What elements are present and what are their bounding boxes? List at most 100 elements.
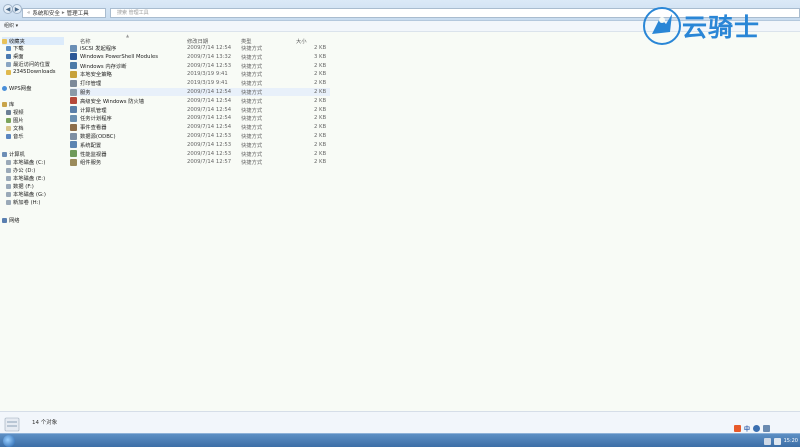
file-date: 2009/7/14 12:54 — [187, 115, 232, 122]
drive-icon — [6, 199, 11, 205]
ime-punct-icon[interactable] — [753, 425, 761, 432]
file-date: 2009/7/14 12:53 — [187, 150, 232, 157]
memory-diagnostic-icon — [70, 62, 77, 70]
sidebar-item-drive-c[interactable]: 本地磁盘 (C:) — [6, 158, 46, 166]
drive-icon — [6, 191, 11, 197]
sidebar-item-recent[interactable]: 最近访问的位置 — [6, 60, 50, 68]
music-icon — [6, 133, 11, 139]
star-icon — [2, 38, 7, 44]
file-date: 2009/7/14 12:57 — [187, 159, 232, 166]
file-date: 2009/7/14 12:54 — [187, 106, 232, 113]
file-row[interactable]: Windows PowerShell Modules 2009/7/14 13:3… — [70, 53, 330, 61]
file-size: 2 KB — [314, 133, 327, 139]
sidebar-item-2345downloads[interactable]: 2345Downloads — [6, 68, 56, 76]
file-name: 任务计划程序 — [80, 116, 112, 123]
network-tray-icon[interactable] — [763, 437, 771, 445]
ime-keyboard-icon[interactable] — [763, 425, 771, 432]
iscsi-icon — [70, 44, 77, 52]
file-row[interactable]: 打印管理 2019/3/19 9:41 快捷方式 2 KB — [70, 79, 330, 87]
file-size: 2 KB — [314, 141, 327, 148]
clock[interactable]: 15:20 — [784, 438, 798, 444]
file-size: 2 KB — [314, 89, 327, 95]
sidebar-item-drive-h[interactable]: 新加卷 (H:) — [6, 198, 40, 206]
sidebar-item-videos[interactable]: 视频 — [6, 108, 24, 116]
file-row[interactable]: iSCSI 发起程序 2009/7/14 12:54 快捷方式 2 KB — [70, 44, 330, 52]
print-management-icon — [70, 79, 77, 87]
sidebar-item-drive-e[interactable]: 本地磁盘 (E:) — [6, 174, 45, 182]
file-row[interactable]: 性能监视器 2009/7/14 12:53 快捷方式 2 KB — [70, 150, 330, 158]
file-name: Windows 内存诊断 — [80, 63, 127, 70]
file-date: 2009/7/14 12:53 — [187, 133, 232, 139]
file-size: 2 KB — [314, 159, 327, 166]
admin-tools-folder-icon — [4, 417, 20, 432]
file-size: 2 KB — [314, 62, 327, 69]
file-type: 快捷方式 — [241, 151, 263, 158]
file-row[interactable]: 系统配置 2009/7/14 12:53 快捷方式 2 KB — [70, 141, 330, 149]
sidebar-item-network[interactable]: 网络 — [2, 216, 20, 224]
file-size: 2 KB — [314, 106, 327, 113]
sogou-icon[interactable] — [734, 425, 741, 432]
file-date: 2009/7/14 12:53 — [187, 141, 232, 148]
organize-button[interactable]: 组织 ▾ — [4, 23, 18, 29]
file-row[interactable]: 高级安全 Windows 防火墙 2009/7/14 12:54 快捷方式 2 KB — [70, 97, 330, 105]
sidebar-item-computer[interactable]: 计算机 — [2, 150, 25, 158]
file-row[interactable]: 事件查看器 2009/7/14 12:54 快捷方式 2 KB — [70, 123, 330, 131]
sidebar-item-drive-g[interactable]: 本地磁盘 (G:) — [6, 190, 46, 198]
file-date: 2009/7/14 12:53 — [187, 62, 232, 69]
file-size: 2 KB — [314, 80, 327, 87]
file-name: 高级安全 Windows 防火墙 — [80, 98, 145, 105]
file-size: 2 KB — [314, 115, 327, 122]
file-name: 性能监视器 — [80, 151, 107, 158]
file-type: 快捷方式 — [241, 125, 263, 132]
volume-icon[interactable] — [773, 437, 781, 445]
performance-monitor-icon — [70, 150, 77, 158]
file-type: 快捷方式 — [241, 98, 263, 105]
file-name: 数据源(ODBC) — [80, 134, 116, 140]
file-type: 快捷方式 — [241, 46, 263, 52]
sidebar-item-pictures[interactable]: 图片 — [6, 116, 24, 124]
breadcrumb-separator: ▸ — [61, 10, 65, 16]
sidebar-item-libraries[interactable]: 库 — [2, 100, 14, 108]
sidebar-item-downloads[interactable]: 下载 — [6, 44, 24, 52]
library-icon — [2, 101, 7, 107]
breadcrumb-item[interactable]: 系统和安全 — [32, 9, 60, 17]
sidebar-item-documents[interactable]: 文档 — [6, 124, 24, 132]
sidebar-item-drive-d[interactable]: 办公 (D:) — [6, 166, 35, 174]
services-icon — [70, 88, 77, 96]
document-icon — [6, 125, 11, 131]
file-row[interactable]: 计算机管理 2009/7/14 12:54 快捷方式 2 KB — [70, 106, 330, 114]
file-type: 快捷方式 — [241, 54, 263, 61]
forward-button[interactable]: ▶ — [12, 4, 22, 14]
folder-icon — [6, 69, 11, 75]
file-date: 2019/3/19 9:41 — [187, 71, 228, 78]
recent-places-icon — [6, 61, 11, 67]
file-type: 快捷方式 — [241, 107, 263, 114]
sidebar-item-wps[interactable]: WPS网盘 — [2, 84, 31, 92]
breadcrumb-item[interactable]: 管理工具 — [67, 9, 89, 17]
file-row[interactable]: Windows 内存诊断 2009/7/14 12:53 快捷方式 2 KB — [70, 62, 330, 70]
start-button[interactable] — [3, 435, 15, 447]
taskbar: 15:20 — [0, 433, 800, 447]
file-size: 2 KB — [314, 150, 327, 157]
file-type: 快捷方式 — [241, 142, 263, 149]
ime-mode-label[interactable]: 中 — [744, 424, 750, 433]
file-name: Windows PowerShell Modules — [80, 53, 158, 60]
drive-icon — [6, 167, 11, 173]
sidebar-item-music[interactable]: 音乐 — [6, 132, 24, 140]
file-row[interactable]: 组件服务 2009/7/14 12:57 快捷方式 2 KB — [70, 158, 330, 166]
file-name: 计算机管理 — [80, 107, 107, 114]
file-type: 快捷方式 — [241, 63, 263, 70]
file-name: 本地安全策略 — [80, 72, 112, 79]
file-row[interactable]: 本地安全策略 2019/3/19 9:41 快捷方式 2 KB — [70, 70, 330, 78]
ime-toolbar[interactable]: 中 — [734, 424, 784, 433]
file-name: 组件服务 — [80, 160, 102, 167]
file-size: 2 KB — [314, 71, 327, 78]
file-row[interactable]: 任务计划程序 2009/7/14 12:54 快捷方式 2 KB — [70, 114, 330, 122]
sidebar-item-drive-f[interactable]: 数据 (F:) — [6, 182, 34, 190]
address-field[interactable]: « 系统和安全 ▸ 管理工具 — [22, 8, 106, 18]
file-row[interactable]: 数据源(ODBC) 2009/7/14 12:53 快捷方式 2 KB — [70, 132, 330, 140]
computer-icon — [2, 151, 7, 157]
file-row[interactable]: 服务 2009/7/14 12:54 快捷方式 2 KB — [70, 88, 330, 96]
sidebar-item-desktop[interactable]: 桌面 — [6, 52, 24, 60]
breadcrumb-separator: « — [27, 10, 31, 16]
